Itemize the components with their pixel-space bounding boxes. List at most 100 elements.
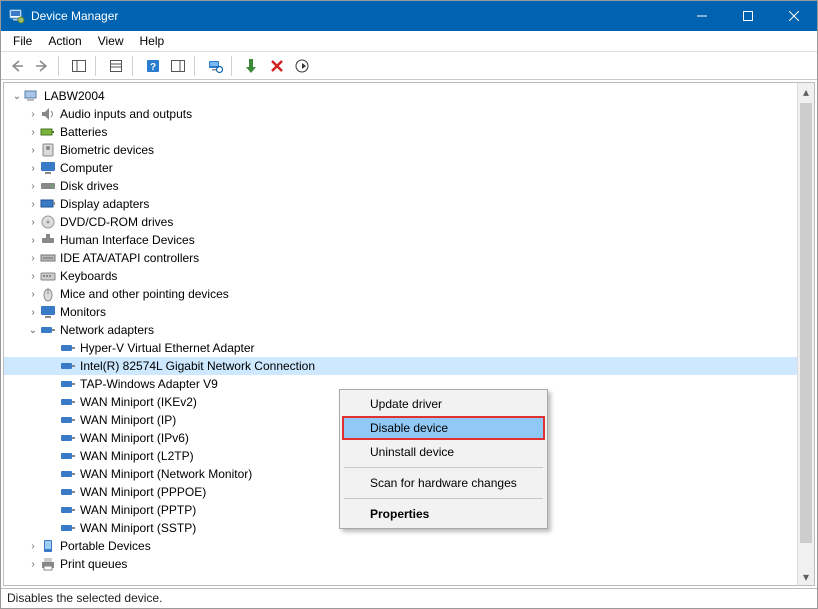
menu-disable-device[interactable]: Disable device bbox=[342, 416, 545, 440]
toolbar-separator bbox=[194, 56, 200, 76]
tree-root[interactable]: ⌄ LABW2004 bbox=[4, 87, 797, 105]
display-adapter-icon bbox=[40, 196, 56, 212]
monitor-icon bbox=[40, 304, 56, 320]
expand-icon[interactable]: › bbox=[26, 127, 40, 138]
network-adapter-icon bbox=[40, 322, 56, 338]
menu-separator bbox=[344, 498, 543, 499]
toolbar-separator bbox=[132, 56, 138, 76]
category-batteries[interactable]: › Batteries bbox=[4, 123, 797, 141]
expand-icon[interactable]: › bbox=[26, 559, 40, 570]
scan-hardware-button[interactable] bbox=[290, 54, 314, 78]
menu-uninstall-device[interactable]: Uninstall device bbox=[342, 440, 545, 464]
device-hyperv[interactable]: Hyper-V Virtual Ethernet Adapter bbox=[4, 339, 797, 357]
category-hid[interactable]: › Human Interface Devices bbox=[4, 231, 797, 249]
toolbar-separator bbox=[95, 56, 101, 76]
menubar: File Action View Help bbox=[1, 31, 817, 52]
category-biometric[interactable]: › Biometric devices bbox=[4, 141, 797, 159]
computer-scan-button[interactable] bbox=[203, 54, 227, 78]
menu-file[interactable]: File bbox=[5, 32, 40, 50]
mouse-icon bbox=[40, 286, 56, 302]
window-title: Device Manager bbox=[31, 9, 118, 23]
collapse-icon[interactable]: ⌄ bbox=[10, 91, 24, 102]
device-intel-gigabit[interactable]: Intel(R) 82574L Gigabit Network Connecti… bbox=[4, 357, 797, 375]
network-adapter-icon bbox=[60, 394, 76, 410]
disk-icon bbox=[40, 178, 56, 194]
expand-icon[interactable]: › bbox=[26, 217, 40, 228]
svg-text:?: ? bbox=[150, 62, 156, 73]
expand-icon[interactable]: › bbox=[26, 253, 40, 264]
maximize-button[interactable] bbox=[725, 1, 771, 31]
enable-device-button[interactable] bbox=[240, 54, 264, 78]
category-ide[interactable]: › IDE ATA/ATAPI controllers bbox=[4, 249, 797, 267]
scroll-down-button[interactable]: ▾ bbox=[798, 568, 814, 585]
device-manager-icon bbox=[9, 8, 25, 24]
expand-icon[interactable]: › bbox=[26, 235, 40, 246]
category-audio[interactable]: › Audio inputs and outputs bbox=[4, 105, 797, 123]
menu-view[interactable]: View bbox=[90, 32, 132, 50]
network-adapter-icon bbox=[60, 430, 76, 446]
network-adapter-icon bbox=[60, 466, 76, 482]
expand-icon[interactable]: › bbox=[26, 271, 40, 282]
toolbar: ? bbox=[1, 52, 817, 80]
category-computer[interactable]: › Computer bbox=[4, 159, 797, 177]
category-dvd[interactable]: › DVD/CD-ROM drives bbox=[4, 213, 797, 231]
expand-icon[interactable]: › bbox=[26, 541, 40, 552]
expand-icon[interactable]: › bbox=[26, 109, 40, 120]
category-display[interactable]: › Display adapters bbox=[4, 195, 797, 213]
context-menu: Update driver Disable device Uninstall d… bbox=[339, 389, 548, 529]
expand-icon[interactable]: › bbox=[26, 181, 40, 192]
menu-action[interactable]: Action bbox=[40, 32, 89, 50]
network-adapter-icon bbox=[60, 520, 76, 536]
expand-icon[interactable]: › bbox=[26, 307, 40, 318]
network-adapter-icon bbox=[60, 448, 76, 464]
network-adapter-icon bbox=[60, 340, 76, 356]
expand-icon[interactable]: › bbox=[26, 145, 40, 156]
tree-root-label: LABW2004 bbox=[44, 89, 111, 103]
scrollbar-thumb[interactable] bbox=[800, 103, 812, 543]
expand-icon[interactable]: › bbox=[26, 289, 40, 300]
menu-scan-hardware[interactable]: Scan for hardware changes bbox=[342, 471, 545, 495]
toolbar-separator bbox=[231, 56, 237, 76]
ide-icon bbox=[40, 250, 56, 266]
network-adapter-icon bbox=[60, 412, 76, 428]
menu-help[interactable]: Help bbox=[132, 32, 173, 50]
properties-button[interactable] bbox=[104, 54, 128, 78]
vertical-scrollbar[interactable]: ▴ ▾ bbox=[797, 83, 814, 585]
collapse-icon[interactable]: ⌄ bbox=[26, 325, 40, 336]
printer-icon bbox=[40, 556, 56, 572]
help-button[interactable]: ? bbox=[141, 54, 165, 78]
menu-separator bbox=[344, 467, 543, 468]
menu-properties[interactable]: Properties bbox=[342, 502, 545, 526]
device-tree-pane: ⌄ LABW2004 › Audio inputs and outputs › … bbox=[3, 82, 815, 586]
hid-icon bbox=[40, 232, 56, 248]
forward-button[interactable] bbox=[30, 54, 54, 78]
category-print[interactable]: › Print queues bbox=[4, 555, 797, 573]
titlebar: Device Manager bbox=[1, 1, 817, 31]
category-network[interactable]: ⌄ Network adapters bbox=[4, 321, 797, 339]
scroll-up-button[interactable]: ▴ bbox=[798, 83, 814, 100]
category-monitors[interactable]: › Monitors bbox=[4, 303, 797, 321]
expand-icon[interactable]: › bbox=[26, 199, 40, 210]
menu-update-driver[interactable]: Update driver bbox=[342, 392, 545, 416]
status-bar: Disables the selected device. bbox=[1, 588, 817, 608]
network-adapter-icon bbox=[60, 484, 76, 500]
keyboard-icon bbox=[40, 268, 56, 284]
toolbar-separator bbox=[58, 56, 64, 76]
computer-icon bbox=[24, 88, 40, 104]
uninstall-device-button[interactable] bbox=[265, 54, 289, 78]
biometric-icon bbox=[40, 142, 56, 158]
battery-icon bbox=[40, 124, 56, 140]
minimize-button[interactable] bbox=[679, 1, 725, 31]
network-adapter-icon bbox=[60, 502, 76, 518]
action-panel-button[interactable] bbox=[166, 54, 190, 78]
close-button[interactable] bbox=[771, 1, 817, 31]
category-disk[interactable]: › Disk drives bbox=[4, 177, 797, 195]
category-portable[interactable]: › Portable Devices bbox=[4, 537, 797, 555]
show-hide-tree-button[interactable] bbox=[67, 54, 91, 78]
network-adapter-icon bbox=[60, 358, 76, 374]
category-keyboards[interactable]: › Keyboards bbox=[4, 267, 797, 285]
category-mice[interactable]: › Mice and other pointing devices bbox=[4, 285, 797, 303]
monitor-icon bbox=[40, 160, 56, 176]
back-button[interactable] bbox=[5, 54, 29, 78]
expand-icon[interactable]: › bbox=[26, 163, 40, 174]
